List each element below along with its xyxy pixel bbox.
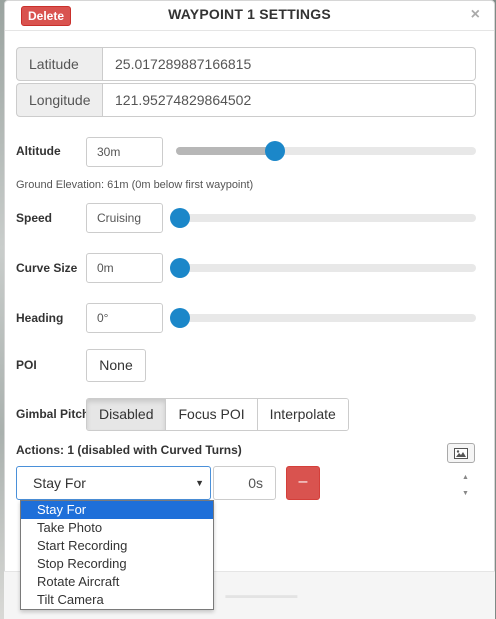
chevron-down-icon: ▼ xyxy=(195,478,204,488)
panel-title: WAYPOINT 1 SETTINGS xyxy=(168,6,331,22)
heading-input[interactable]: 0° xyxy=(86,303,163,333)
latitude-input[interactable]: 25.017289887166815 xyxy=(103,47,476,81)
gimbal-pitch-label: Gimbal Pitch xyxy=(16,407,90,421)
panel-header: Delete WAYPOINT 1 SETTINGS × xyxy=(5,1,494,31)
altitude-slider[interactable] xyxy=(176,141,476,161)
ground-elevation-text: Ground Elevation: 61m (0m below first wa… xyxy=(16,179,254,191)
heading-slider[interactable] xyxy=(170,308,476,328)
gimbal-option-interpolate[interactable]: Interpolate xyxy=(256,399,348,430)
actions-label: Actions: 1 (disabled with Curved Turns) xyxy=(16,443,242,457)
curve-size-label: Curve Size xyxy=(16,261,78,275)
dropdown-option-stop-recording[interactable]: Stop Recording xyxy=(21,555,213,573)
curve-size-slider[interactable] xyxy=(170,258,476,278)
altitude-input[interactable]: 30m xyxy=(86,137,163,167)
altitude-slider-thumb[interactable] xyxy=(265,141,285,161)
action-duration-input[interactable]: 0s xyxy=(213,466,276,500)
dropdown-option-tilt-camera[interactable]: Tilt Camera xyxy=(21,591,213,609)
close-icon[interactable]: × xyxy=(471,6,480,24)
dropdown-option-rotate-aircraft[interactable]: Rotate Aircraft xyxy=(21,573,213,591)
heading-label: Heading xyxy=(16,311,64,325)
curve-size-slider-thumb[interactable] xyxy=(170,258,190,278)
poi-button[interactable]: None xyxy=(86,349,146,382)
spin-down-icon[interactable]: ▼ xyxy=(462,490,469,497)
longitude-label: Longitude xyxy=(16,83,103,117)
gimbal-option-focus-poi[interactable]: Focus POI xyxy=(165,399,257,430)
remove-action-button[interactable]: – xyxy=(286,466,320,500)
poi-label: POI xyxy=(16,358,37,372)
latitude-group: Latitude 25.017289887166815 xyxy=(16,47,476,81)
longitude-input[interactable]: 121.95274829864502 xyxy=(103,83,476,117)
gimbal-option-disabled[interactable]: Disabled xyxy=(87,399,166,430)
action-type-selected: Stay For xyxy=(33,475,86,491)
altitude-label: Altitude xyxy=(16,144,61,158)
speed-slider[interactable] xyxy=(170,208,476,228)
longitude-group: Longitude 121.95274829864502 xyxy=(16,83,476,117)
curve-size-input[interactable]: 0m xyxy=(86,253,163,283)
spin-up-icon[interactable]: ▲ xyxy=(462,474,469,481)
latitude-label: Latitude xyxy=(16,47,103,81)
image-icon[interactable] xyxy=(447,443,475,463)
gimbal-pitch-toggle: Disabled Focus POI Interpolate xyxy=(86,398,349,431)
speed-slider-thumb[interactable] xyxy=(170,208,190,228)
dropdown-option-stay-for[interactable]: Stay For xyxy=(21,501,213,519)
action-type-dropdown: Stay For Take Photo Start Recording Stop… xyxy=(20,500,214,610)
heading-slider-thumb[interactable] xyxy=(170,308,190,328)
speed-label: Speed xyxy=(16,211,53,225)
altitude-slider-fill xyxy=(176,147,275,155)
dropdown-option-start-recording[interactable]: Start Recording xyxy=(21,537,213,555)
action-type-select[interactable]: Stay For ▼ xyxy=(16,466,211,500)
dropdown-option-take-photo[interactable]: Take Photo xyxy=(21,519,213,537)
speed-input[interactable]: Cruising xyxy=(86,203,163,233)
